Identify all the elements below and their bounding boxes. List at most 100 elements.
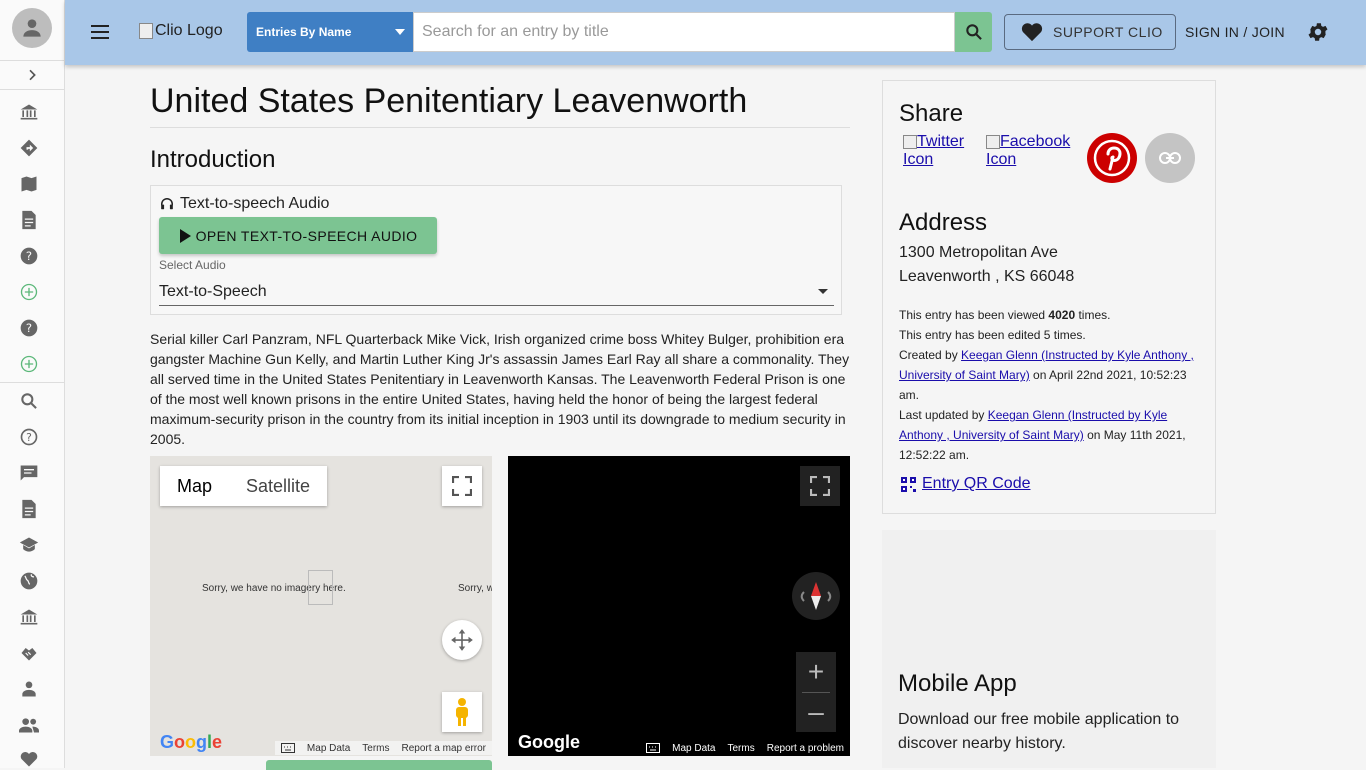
avatar[interactable] (12, 8, 52, 48)
svg-text:?: ? (26, 431, 32, 444)
map-camera-control[interactable] (442, 620, 482, 660)
search-type-value: Entries By Name (256, 25, 352, 39)
document-icon (22, 210, 36, 230)
compass-icon (800, 582, 832, 610)
left-rail: ? ? ? (0, 0, 65, 768)
add-circle-icon (20, 283, 38, 301)
address-heading: Address (899, 209, 988, 236)
search-input[interactable] (413, 12, 955, 52)
street-view-pegman[interactable] (442, 692, 482, 732)
report-problem-link[interactable]: Report a problem (767, 743, 844, 754)
copy-link-button[interactable] (1145, 133, 1195, 183)
person-icon (22, 681, 36, 697)
zoom-out-button[interactable]: – (796, 692, 836, 732)
help-icon: ? (20, 319, 38, 337)
main-content: United States Penitentiary Leavenworth I… (150, 66, 850, 449)
street-view-fullscreen-button[interactable] (800, 466, 840, 506)
share-heading: Share (899, 100, 964, 127)
sidebar-help-2[interactable]: ? (18, 317, 40, 339)
mobile-app-text: Download our free mobile application to … (898, 711, 1180, 752)
qr-code-icon (901, 476, 916, 492)
sidebar-partners[interactable] (18, 642, 40, 664)
add-circle-icon (20, 355, 38, 373)
sidebar-museum[interactable] (18, 101, 40, 123)
directions-icon (20, 139, 38, 157)
sidebar-add-2[interactable] (18, 353, 40, 375)
move-arrows-icon (451, 629, 473, 651)
report-map-error-link[interactable]: Report a map error (402, 743, 486, 754)
sidebar-team[interactable] (18, 714, 40, 736)
map-marker[interactable] (308, 570, 333, 605)
school-icon (19, 537, 39, 552)
support-label: SUPPORT CLIO (1053, 24, 1163, 40)
sidebar-person[interactable] (18, 678, 40, 700)
sidebar-education[interactable] (18, 534, 40, 556)
facebook-share-link[interactable]: Facebook Icon (986, 133, 1082, 169)
viewed-suffix: times. (1075, 308, 1111, 322)
address-line1: 1300 Metropolitan Ave (899, 244, 1058, 261)
open-tts-audio-button[interactable]: OPEN TEXT-TO-SPEECH AUDIO (159, 217, 437, 254)
link-icon (1159, 152, 1181, 164)
document-icon (22, 499, 36, 519)
clio-logo[interactable]: Clio Logo (139, 22, 223, 40)
gear-icon (1308, 23, 1328, 41)
fullscreen-icon (452, 476, 472, 496)
caret-down-icon (395, 29, 405, 35)
sidebar-directions[interactable] (18, 137, 40, 159)
compass-control[interactable] (792, 572, 840, 620)
tab-satellite[interactable]: Satellite (229, 466, 327, 506)
entry-qr-code-link[interactable]: Entry QR Code (901, 475, 1030, 493)
map-fullscreen-button[interactable] (442, 466, 482, 506)
terms-link[interactable]: Terms (362, 743, 389, 754)
expand-sidebar-button[interactable] (0, 60, 64, 90)
no-imagery-text-partial: Sorry, w (458, 583, 492, 594)
svg-text:?: ? (26, 249, 32, 263)
search-type-select[interactable]: Entries By Name (247, 12, 413, 52)
directions-button[interactable] (266, 760, 492, 770)
entry-info-panel: Share Twitter Icon Facebook Icon Address… (882, 80, 1216, 514)
zoom-in-button[interactable]: + (796, 652, 836, 692)
sign-in-button[interactable]: SIGN IN / JOIN (1185, 24, 1285, 40)
map-data-link[interactable]: Map Data (307, 743, 350, 754)
select-audio-label: Select Audio (159, 258, 226, 272)
sidebar-tours[interactable] (18, 173, 40, 195)
sidebar-search[interactable] (18, 390, 40, 412)
sidebar-article[interactable] (18, 498, 40, 520)
twitter-share-link[interactable]: Twitter Icon (903, 133, 983, 169)
sidebar-help[interactable]: ? (18, 245, 40, 267)
sidebar-faq[interactable]: ? (18, 426, 40, 448)
sidebar-documents[interactable] (18, 209, 40, 231)
support-clio-button[interactable]: SUPPORT CLIO (1004, 14, 1176, 50)
tab-map[interactable]: Map (160, 466, 229, 506)
map-book-icon (21, 176, 37, 192)
page-title: United States Penitentiary Leavenworth (150, 66, 850, 128)
street-view-panel[interactable]: + – Google Map Data Terms Report a probl… (508, 456, 850, 756)
created-prefix: Created by (899, 348, 962, 362)
settings-button[interactable] (1306, 20, 1330, 44)
search-button[interactable] (955, 12, 992, 52)
sidebar-globe[interactable] (18, 570, 40, 592)
pinterest-share-button[interactable] (1087, 133, 1137, 183)
sidebar-add[interactable] (18, 281, 40, 303)
google-map[interactable]: Map Satellite Sorry, we have no imagery … (150, 456, 492, 756)
mobile-app-panel: Mobile App Download our free mobile appl… (882, 530, 1216, 768)
viewed-count: 4020 (1048, 308, 1076, 322)
terms-link[interactable]: Terms (728, 743, 755, 754)
map-data-link[interactable]: Map Data (672, 743, 715, 754)
logo-alt-text: Clio Logo (155, 22, 223, 39)
fullscreen-icon (810, 476, 830, 496)
svg-text:?: ? (26, 321, 32, 335)
sidebar-donate[interactable] (18, 748, 40, 770)
sidebar-chat[interactable] (18, 462, 40, 484)
viewed-prefix: This entry has been viewed (899, 308, 1049, 322)
updated-by: Last updated by Keegan Glenn (Instructed… (899, 405, 1199, 465)
tts-label: Text-to-speech Audio (160, 195, 329, 213)
sidebar-institutions[interactable] (18, 606, 40, 628)
menu-button[interactable] (90, 22, 110, 42)
google-logo: Google (518, 732, 580, 752)
qr-code-label: Entry QR Code (922, 475, 1031, 492)
map-attribution: Map Data Terms Report a map error (274, 741, 492, 755)
updated-prefix: Last updated by (899, 408, 988, 422)
avatar-icon (23, 19, 41, 37)
select-audio-dropdown[interactable]: Text-to-Speech (159, 278, 834, 306)
